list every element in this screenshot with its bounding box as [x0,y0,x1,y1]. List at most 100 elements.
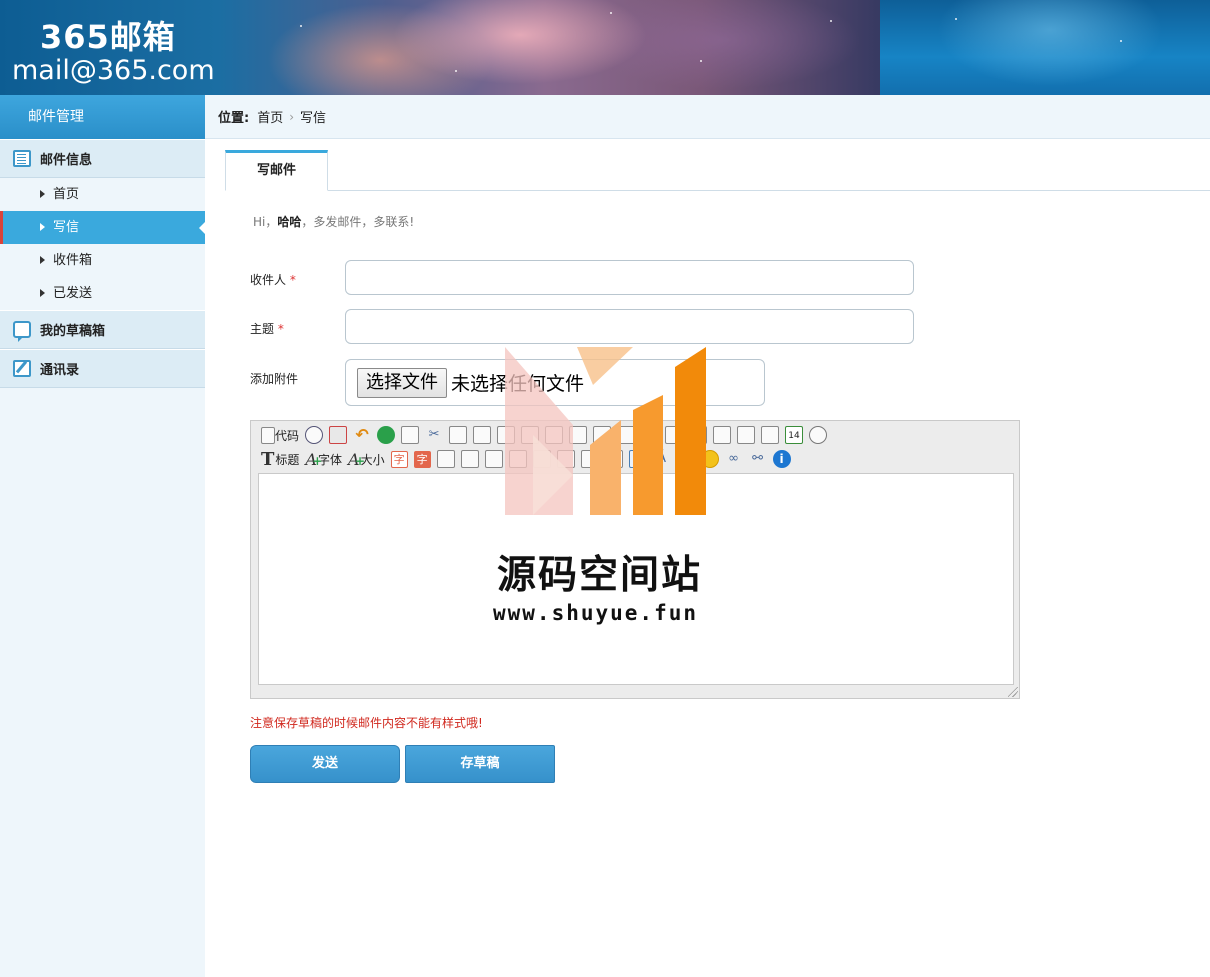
sidebar-item-sent[interactable]: 已发送 [0,277,205,310]
subscript-button[interactable] [736,425,756,445]
caret-right-icon [40,256,45,264]
text-color-icon: 字 [390,450,408,468]
send-button[interactable]: 发送 [250,745,400,783]
watermark-title: 源码空间站 [497,553,703,598]
tab-compose[interactable]: 写邮件 [225,150,328,191]
print-button[interactable] [400,425,420,445]
heading-label: 标题 [275,452,300,467]
recipient-label-text: 收件人 [250,273,287,287]
table-button[interactable] [628,449,648,469]
chat-icon [13,321,31,342]
sidebar-group-contacts[interactable]: 通讯录 [0,349,205,388]
sidebar-group-label: 我的草稿箱 [40,324,106,339]
insert-date-button[interactable]: 14 [784,425,804,445]
copy-icon [449,426,468,444]
horizontal-rule-button[interactable]: ▬ [676,449,696,469]
outdent-button[interactable] [712,425,732,445]
select-all-button[interactable] [556,449,576,469]
sidebar-group-drafts[interactable]: 我的草稿箱 [0,310,205,349]
heading-button[interactable]: T 标题 [260,449,300,470]
required-mark: * [289,273,296,287]
sidebar-item-label: 收件箱 [53,253,93,268]
highlight-color-button[interactable]: 字 [413,449,432,469]
clock-icon [809,426,828,444]
sidebar-item-home[interactable]: 首页 [0,178,205,211]
breadcrumb-home-link[interactable]: 首页 [257,107,283,126]
breadcrumb: 位置: 首页 › 写信 [205,95,1210,139]
resize-handle-icon[interactable] [1008,687,1018,697]
font-size-button[interactable]: A大小 [347,449,386,469]
brand-title: 365邮箱 [40,18,176,56]
align-left-icon [545,426,564,444]
align-center-button[interactable] [568,425,588,445]
ordered-list-button[interactable] [640,425,660,445]
cut-button[interactable]: ✂ [424,425,444,445]
unordered-list-button[interactable] [664,425,684,445]
highlight-color-icon: 字 [413,450,431,468]
paste-word-button[interactable] [520,425,540,445]
align-left-button[interactable] [544,425,564,445]
attachment-label: 添加附件 [250,372,299,386]
eraser-button[interactable] [532,449,552,469]
underline-icon [484,450,503,468]
recipient-input[interactable] [345,260,914,295]
editor-toolbar-row-2: T标题 A字体 A大小 字 字 Ǎ ▬ ∞ ⚯ i [260,448,792,470]
info-icon: i [772,450,791,468]
source-code-label: 代码 [275,428,300,443]
sidebar-group-label: 通讯录 [40,363,80,378]
emoticon-button[interactable] [700,449,720,469]
header-banner-panel [880,0,1210,95]
header-banner: 365邮箱 mail@365.com [0,0,1210,95]
fullscreen-icon [329,426,348,444]
choose-file-button[interactable]: 选择文件 [357,367,447,398]
sidebar-group-label: 邮件信息 [40,153,93,168]
font-family-button[interactable]: A字体 [304,449,343,469]
edit-icon [13,360,31,377]
sidebar-item-compose[interactable]: 写信 [0,211,205,244]
sidebar-item-inbox[interactable]: 收件箱 [0,244,205,277]
magnifier-icon [305,426,324,444]
copy-button[interactable] [448,425,468,445]
preview-button[interactable] [304,425,324,445]
undo-button[interactable]: ↶ [352,425,372,445]
unlink-button[interactable]: ⚯ [748,449,768,469]
image-button[interactable] [604,449,624,469]
redo-button[interactable] [376,425,396,445]
paste-text-button[interactable] [496,425,516,445]
calendar-icon: 14 [785,426,804,444]
subject-input[interactable] [345,309,914,344]
source-code-button[interactable]: 代码 [260,425,300,445]
align-right-button[interactable] [592,425,612,445]
fullscreen-button[interactable] [328,425,348,445]
text-color-button[interactable]: 字 [390,449,409,469]
underline-button[interactable] [484,449,504,469]
paste-button[interactable] [472,425,492,445]
format-painter-button[interactable] [580,449,600,469]
sidebar-group-mail-info[interactable]: 邮件信息 [0,139,205,178]
link-button[interactable]: ∞ [724,449,744,469]
select-all-icon [556,450,575,468]
align-justify-button[interactable] [616,425,636,445]
insert-time-button[interactable] [808,425,828,445]
undo-icon: ↶ [355,425,369,444]
bold-button[interactable] [436,449,456,469]
superscript-button[interactable] [760,425,780,445]
paste-text-icon [497,426,516,444]
strikethrough-button[interactable] [508,449,528,469]
caret-right-icon [40,190,45,198]
ordered-list-icon [641,426,660,444]
file-status: 未选择任何文件 [451,373,585,395]
unlink-icon: ⚯ [752,451,764,466]
spellcheck-button[interactable]: Ǎ [652,449,672,469]
required-mark: * [277,322,284,336]
sidebar-item-label: 已发送 [53,286,93,301]
italic-button[interactable] [460,449,480,469]
about-button[interactable]: i [772,449,792,469]
superscript-icon [761,426,780,444]
greeting-hi: Hi， [253,215,278,229]
indent-button[interactable] [688,425,708,445]
smiley-icon [700,450,719,468]
paste-word-icon [521,426,540,444]
save-draft-button[interactable]: 存草稿 [405,745,555,783]
spellcheck-icon: Ǎ [657,451,667,466]
